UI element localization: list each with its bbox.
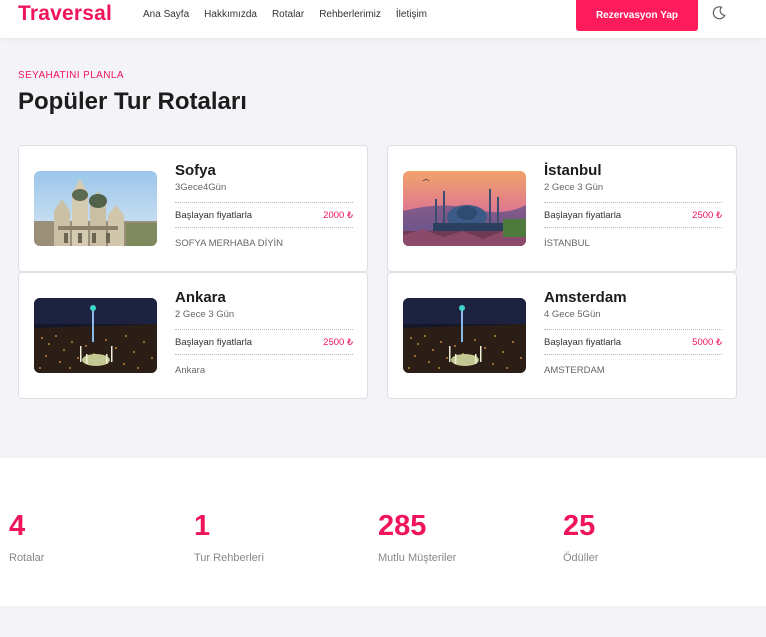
stat-value: 4 [9,510,26,542]
price-value: 2500 ₺ [692,209,722,221]
navbar: Traversal Ana Sayfa Hakkımızda Rotalar R… [0,0,766,38]
price-row: Başlayan fiyatlarla 5000 ₺ [544,329,722,355]
stat-value: 1 [194,510,211,542]
nav-link-iletisim[interactable]: İletişim [396,9,427,20]
stat-value: 25 [563,510,596,542]
route-card-sofya[interactable]: Sofya 3Gece4Gün Başlayan fiyatlarla 2000… [18,145,368,272]
nav-link-rehberlerimiz[interactable]: Rehberlerimiz [319,9,381,20]
route-title: Ankara [175,289,226,306]
route-description: İSTANBUL [544,238,590,249]
nav-link-rotalar[interactable]: Rotalar [272,9,304,20]
price-label: Başlayan fiyatlarla [544,209,622,221]
route-description: SOFYA MERHABA DİYİN [175,238,284,249]
route-duration: 3Gece4Gün [175,182,227,193]
route-description: Ankara [175,365,206,376]
route-image-ankara [34,298,157,373]
route-title: İstanbul [544,162,602,179]
route-description: AMSTERDAM [544,365,605,376]
route-image-istanbul [403,171,526,246]
price-value: 2000 ₺ [323,209,353,221]
price-label: Başlayan fiyatlarla [544,336,622,348]
price-value: 5000 ₺ [692,336,722,348]
section-title: Popüler Tur Rotaları [18,88,247,115]
price-label: Başlayan fiyatlarla [175,336,253,348]
stat-label: Tur Rehberleri [194,552,264,564]
route-card-amsterdam[interactable]: Amsterdam 4 Gece 5Gün Başlayan fiyatlarl… [387,272,737,399]
route-duration: 2 Gece 3 Gün [175,309,235,320]
route-image-sofya [34,171,157,246]
stats-section: 4 Rotalar 1 Tur Rehberleri 285 Mutlu Müş… [0,458,766,606]
route-title: Amsterdam [544,289,627,306]
stat-label: Ödüller [563,552,599,564]
price-value: 2500 ₺ [323,336,353,348]
stat-awards: 25 Ödüller [563,508,598,564]
price-row: Başlayan fiyatlarla 2500 ₺ [175,329,353,355]
stat-value: 285 [378,510,427,542]
nav-links: Ana Sayfa Hakkımızda Rotalar Rehberlerim… [143,9,442,20]
stat-label: Mutlu Müşteriler [378,552,457,564]
section-eyebrow: SEYAHATINI PLANLA [18,70,124,81]
reservation-button[interactable]: Rezervasyon Yap [576,0,698,31]
route-image-amsterdam [403,298,526,373]
price-label: Başlayan fiyatlarla [175,209,253,221]
route-title: Sofya [175,162,216,179]
price-row: Başlayan fiyatlarla 2000 ₺ [175,202,353,228]
price-row: Başlayan fiyatlarla 2500 ₺ [544,202,722,228]
nav-link-hakkimizda[interactable]: Hakkımızda [204,9,257,20]
stat-label: Rotalar [9,552,45,564]
nav-link-ana-sayfa[interactable]: Ana Sayfa [143,9,189,20]
route-duration: 4 Gece 5Gün [544,309,601,320]
route-duration: 2 Gece 3 Gün [544,182,604,193]
stat-guides: 1 Tur Rehberleri [194,508,264,564]
moon-icon[interactable] [710,4,728,22]
stat-routes: 4 Rotalar [9,508,44,564]
stat-customers: 285 Mutlu Müşteriler [378,508,456,564]
brand-logo[interactable]: Traversal [18,2,112,26]
route-card-ankara[interactable]: Ankara 2 Gece 3 Gün Başlayan fiyatlarla … [18,272,368,399]
route-card-istanbul[interactable]: İstanbul 2 Gece 3 Gün Başlayan fiyatlarl… [387,145,737,272]
